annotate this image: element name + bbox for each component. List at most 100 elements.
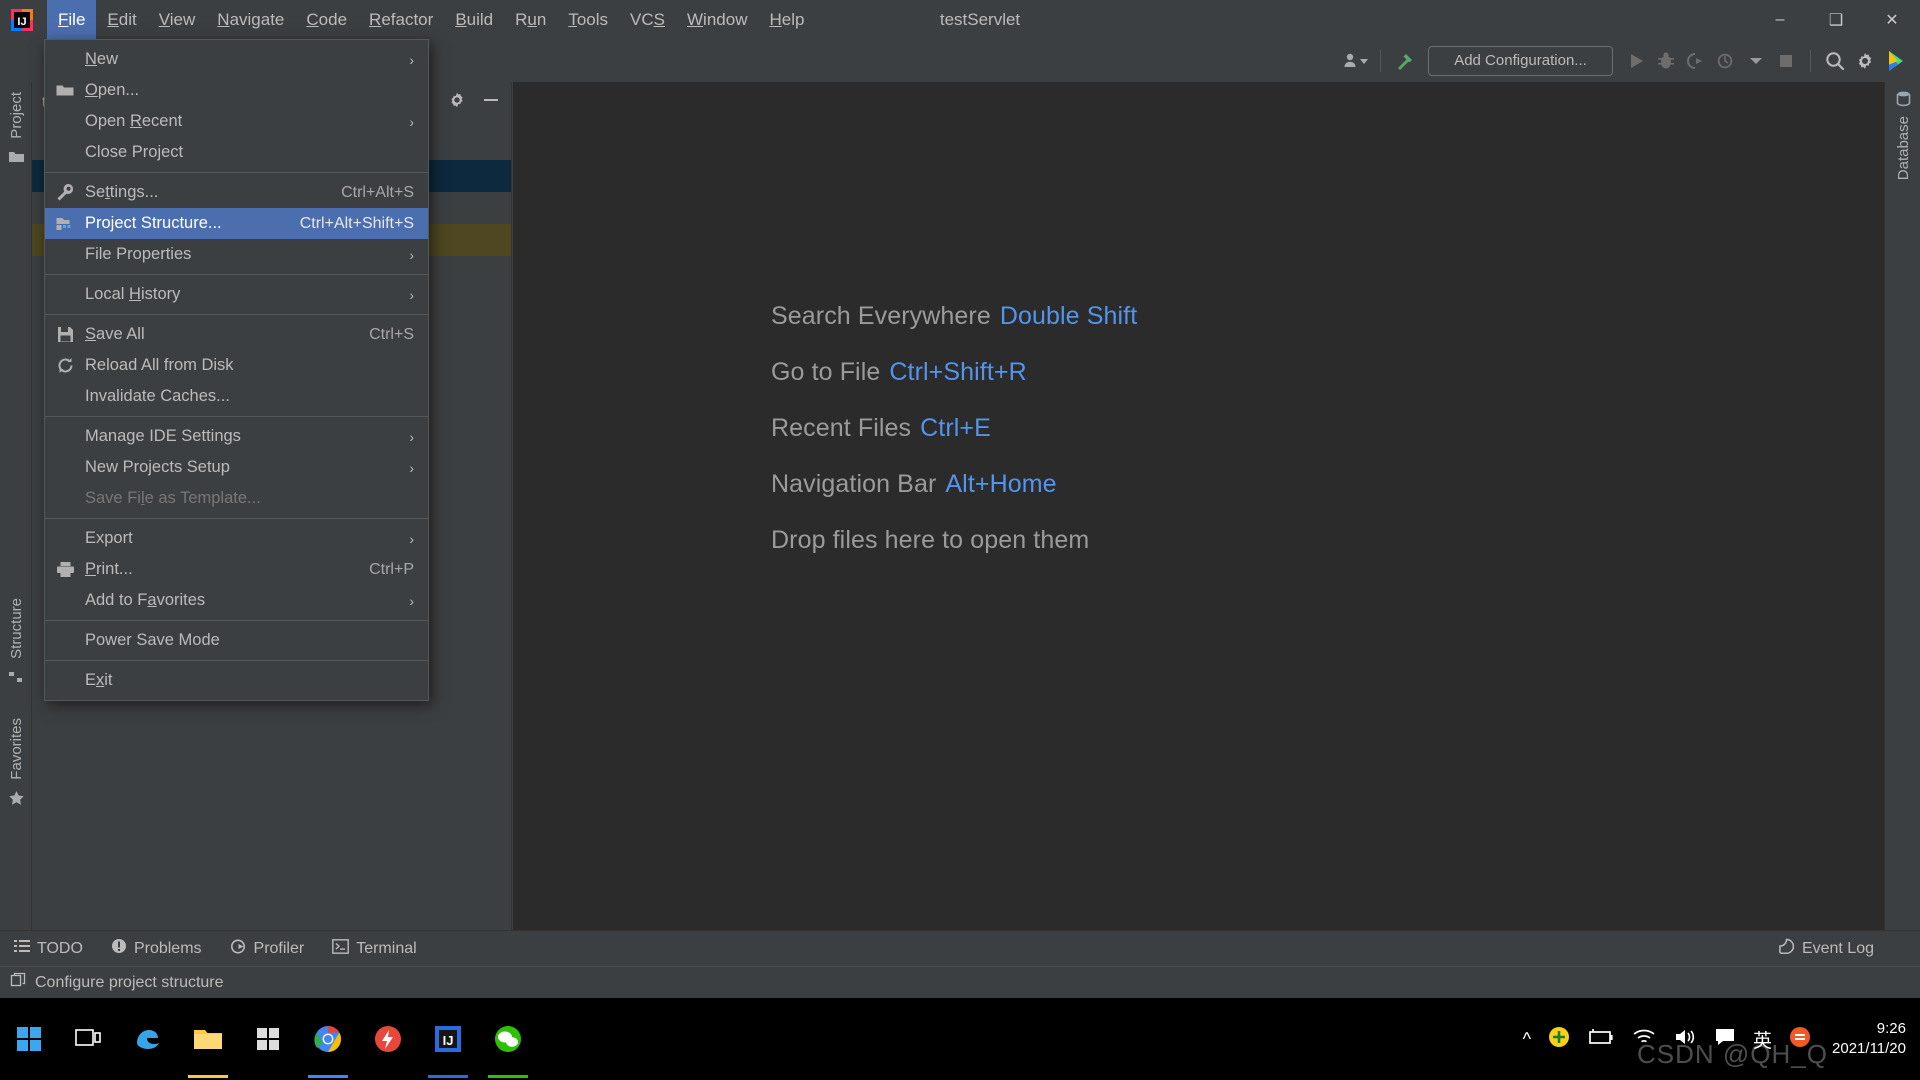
reload-icon (45, 357, 85, 374)
intellij-product-icon[interactable] (1880, 46, 1910, 76)
thunder-icon[interactable] (358, 998, 418, 1080)
file-menu-item-manage-ide-settings[interactable]: Manage IDE Settings › (45, 421, 428, 452)
start-button[interactable] (0, 998, 58, 1080)
menubar-item-window[interactable]: Window (676, 0, 758, 39)
menubar-item-vcs[interactable]: VCS (619, 0, 676, 39)
menubar-item-view[interactable]: View (148, 0, 207, 39)
close-button[interactable]: ✕ (1864, 0, 1920, 39)
file-menu-item-label: Manage IDE Settings (85, 427, 241, 445)
search-icon[interactable] (1820, 46, 1850, 76)
run-with-coverage-icon[interactable] (1681, 46, 1711, 76)
volume-icon[interactable] (1673, 1027, 1697, 1052)
file-menu-item-open-recent[interactable]: Open Recent › (45, 106, 428, 137)
user-dropdown-icon[interactable] (1341, 46, 1371, 76)
menubar-item-label: Tools (568, 10, 609, 29)
run-icon[interactable] (1621, 46, 1651, 76)
file-menu-item-label: Close Project (85, 143, 184, 161)
file-explorer-icon[interactable] (178, 998, 238, 1080)
file-menu-item-save-file-as-template: Save File as Template... (45, 483, 428, 514)
menubar-item-tools[interactable]: Tools (557, 0, 619, 39)
qq-tray-icon[interactable] (1789, 1026, 1811, 1053)
update-icon[interactable] (1548, 1026, 1570, 1053)
structure-rail-label: Structure (7, 598, 25, 659)
chrome-icon[interactable] (298, 998, 358, 1080)
printer-icon (45, 561, 85, 578)
svg-text:IJ: IJ (17, 16, 26, 28)
menubar-item-label: Window (687, 10, 748, 29)
menubar-item-navigate[interactable]: Navigate (206, 0, 295, 39)
file-menu-item-new[interactable]: New › (45, 44, 428, 75)
file-menu-item-exit[interactable]: Exit (45, 665, 428, 696)
battery-icon[interactable] (1587, 1028, 1615, 1051)
hammer-build-icon[interactable] (1390, 46, 1420, 76)
database-rail-label: Database (1894, 116, 1912, 181)
more-dropdown-icon[interactable] (1741, 46, 1771, 76)
menubar-item-label: VCS (630, 10, 665, 29)
file-menu-item-label: Local History (85, 285, 181, 303)
debug-icon[interactable] (1651, 46, 1681, 76)
notifications-icon[interactable] (1714, 1027, 1736, 1052)
file-menu-item-project-structure[interactable]: Project Structure... Ctrl+Alt+Shift+S (45, 208, 428, 239)
bottom-bar-item-profiler[interactable]: Profiler (216, 931, 319, 967)
show-hidden-icons-button[interactable]: ^ (1523, 1029, 1531, 1050)
file-menu-item-file-properties[interactable]: File Properties › (45, 239, 428, 270)
menubar-item-code[interactable]: Code (295, 0, 358, 39)
title-bar: IJ File Edit View Navigate Code Refactor Build… (0, 0, 1920, 39)
app-active-underline (188, 1075, 228, 1078)
wifi-icon[interactable] (1632, 1028, 1656, 1051)
menu-separator (45, 416, 428, 417)
bottom-bar-item-problems[interactable]: Problems (97, 931, 216, 967)
stop-icon[interactable] (1771, 46, 1801, 76)
save-icon (45, 326, 85, 343)
file-menu-item-power-save-mode[interactable]: Power Save Mode (45, 625, 428, 656)
profile-icon[interactable] (1711, 46, 1741, 76)
file-menu-item-reload-all-from-disk[interactable]: Reload All from Disk (45, 350, 428, 381)
bottom-bar-item-todo[interactable]: TODO (0, 931, 97, 967)
file-menu-item-local-history[interactable]: Local History › (45, 279, 428, 310)
file-menu-item-close-project[interactable]: Close Project (45, 137, 428, 168)
menubar-item-edit[interactable]: Edit (96, 0, 147, 39)
input-method-indicator[interactable]: 英 (1753, 1026, 1772, 1053)
file-menu-item-add-to-favorites[interactable]: Add to Favorites › (45, 585, 428, 616)
file-menu-item-invalidate-caches[interactable]: Invalidate Caches... (45, 381, 428, 412)
event-log-button[interactable]: Event Log (1764, 931, 1920, 967)
menubar-item-build[interactable]: Build (444, 0, 504, 39)
file-menu-item-settings[interactable]: Settings... Ctrl+Alt+S (45, 177, 428, 208)
sidebar-item-structure[interactable]: Structure (0, 592, 32, 689)
minimize-button[interactable]: – (1752, 0, 1808, 39)
toolbar-separator (1380, 49, 1381, 72)
maximize-button[interactable]: ❑ (1808, 0, 1864, 39)
file-menu-item-print[interactable]: Print... Ctrl+P (45, 554, 428, 585)
taskbar-clock[interactable]: 9:26 2021/11/20 (1832, 1019, 1906, 1060)
menubar-item-refactor[interactable]: Refactor (358, 0, 444, 39)
menubar-item-file[interactable]: File (47, 0, 97, 39)
edge-icon[interactable] (118, 998, 178, 1080)
menu-bar: File Edit View Navigate Code Refactor Build Run… (47, 0, 815, 39)
menubar-item-label: Navigate (217, 10, 285, 29)
project-settings-gear-icon[interactable] (447, 90, 467, 115)
intellij-icon[interactable]: IJ (418, 998, 478, 1080)
project-hide-icon[interactable] (481, 90, 501, 115)
welcome-hint-row: Search Everywhere Double Shift (771, 302, 1137, 331)
database-icon (1895, 86, 1912, 110)
menubar-item-run[interactable]: Run (504, 0, 557, 39)
file-menu-item-label: Power Save Mode (85, 631, 220, 649)
wechat-icon[interactable] (478, 998, 538, 1080)
file-menu-item-save-all[interactable]: Save All Ctrl+S (45, 319, 428, 350)
sidebar-item-database[interactable]: Database (1885, 86, 1920, 186)
app-active-underline (488, 1075, 528, 1078)
menubar-item-help[interactable]: Help (758, 0, 815, 39)
task-view-button[interactable] (58, 998, 118, 1080)
file-menu-item-open[interactable]: Open... (45, 75, 428, 106)
windows-taskbar: IJ ^ 英 9:26 2021/11/20 CSDN @QH_Q (0, 998, 1920, 1080)
menu-separator (45, 274, 428, 275)
store-icon[interactable] (238, 998, 298, 1080)
sidebar-item-project[interactable]: Project (0, 86, 32, 169)
add-configuration-button[interactable]: Add Configuration... (1428, 45, 1613, 76)
sidebar-item-favorites[interactable]: Favorites (0, 712, 32, 810)
file-menu-item-new-projects-setup[interactable]: New Projects Setup › (45, 452, 428, 483)
bottom-bar-item-terminal[interactable]: Terminal (318, 931, 430, 967)
file-menu-item-export[interactable]: Export › (45, 523, 428, 554)
settings-gear-icon[interactable] (1850, 46, 1880, 76)
file-menu-item-shortcut: Ctrl+S (369, 325, 414, 343)
